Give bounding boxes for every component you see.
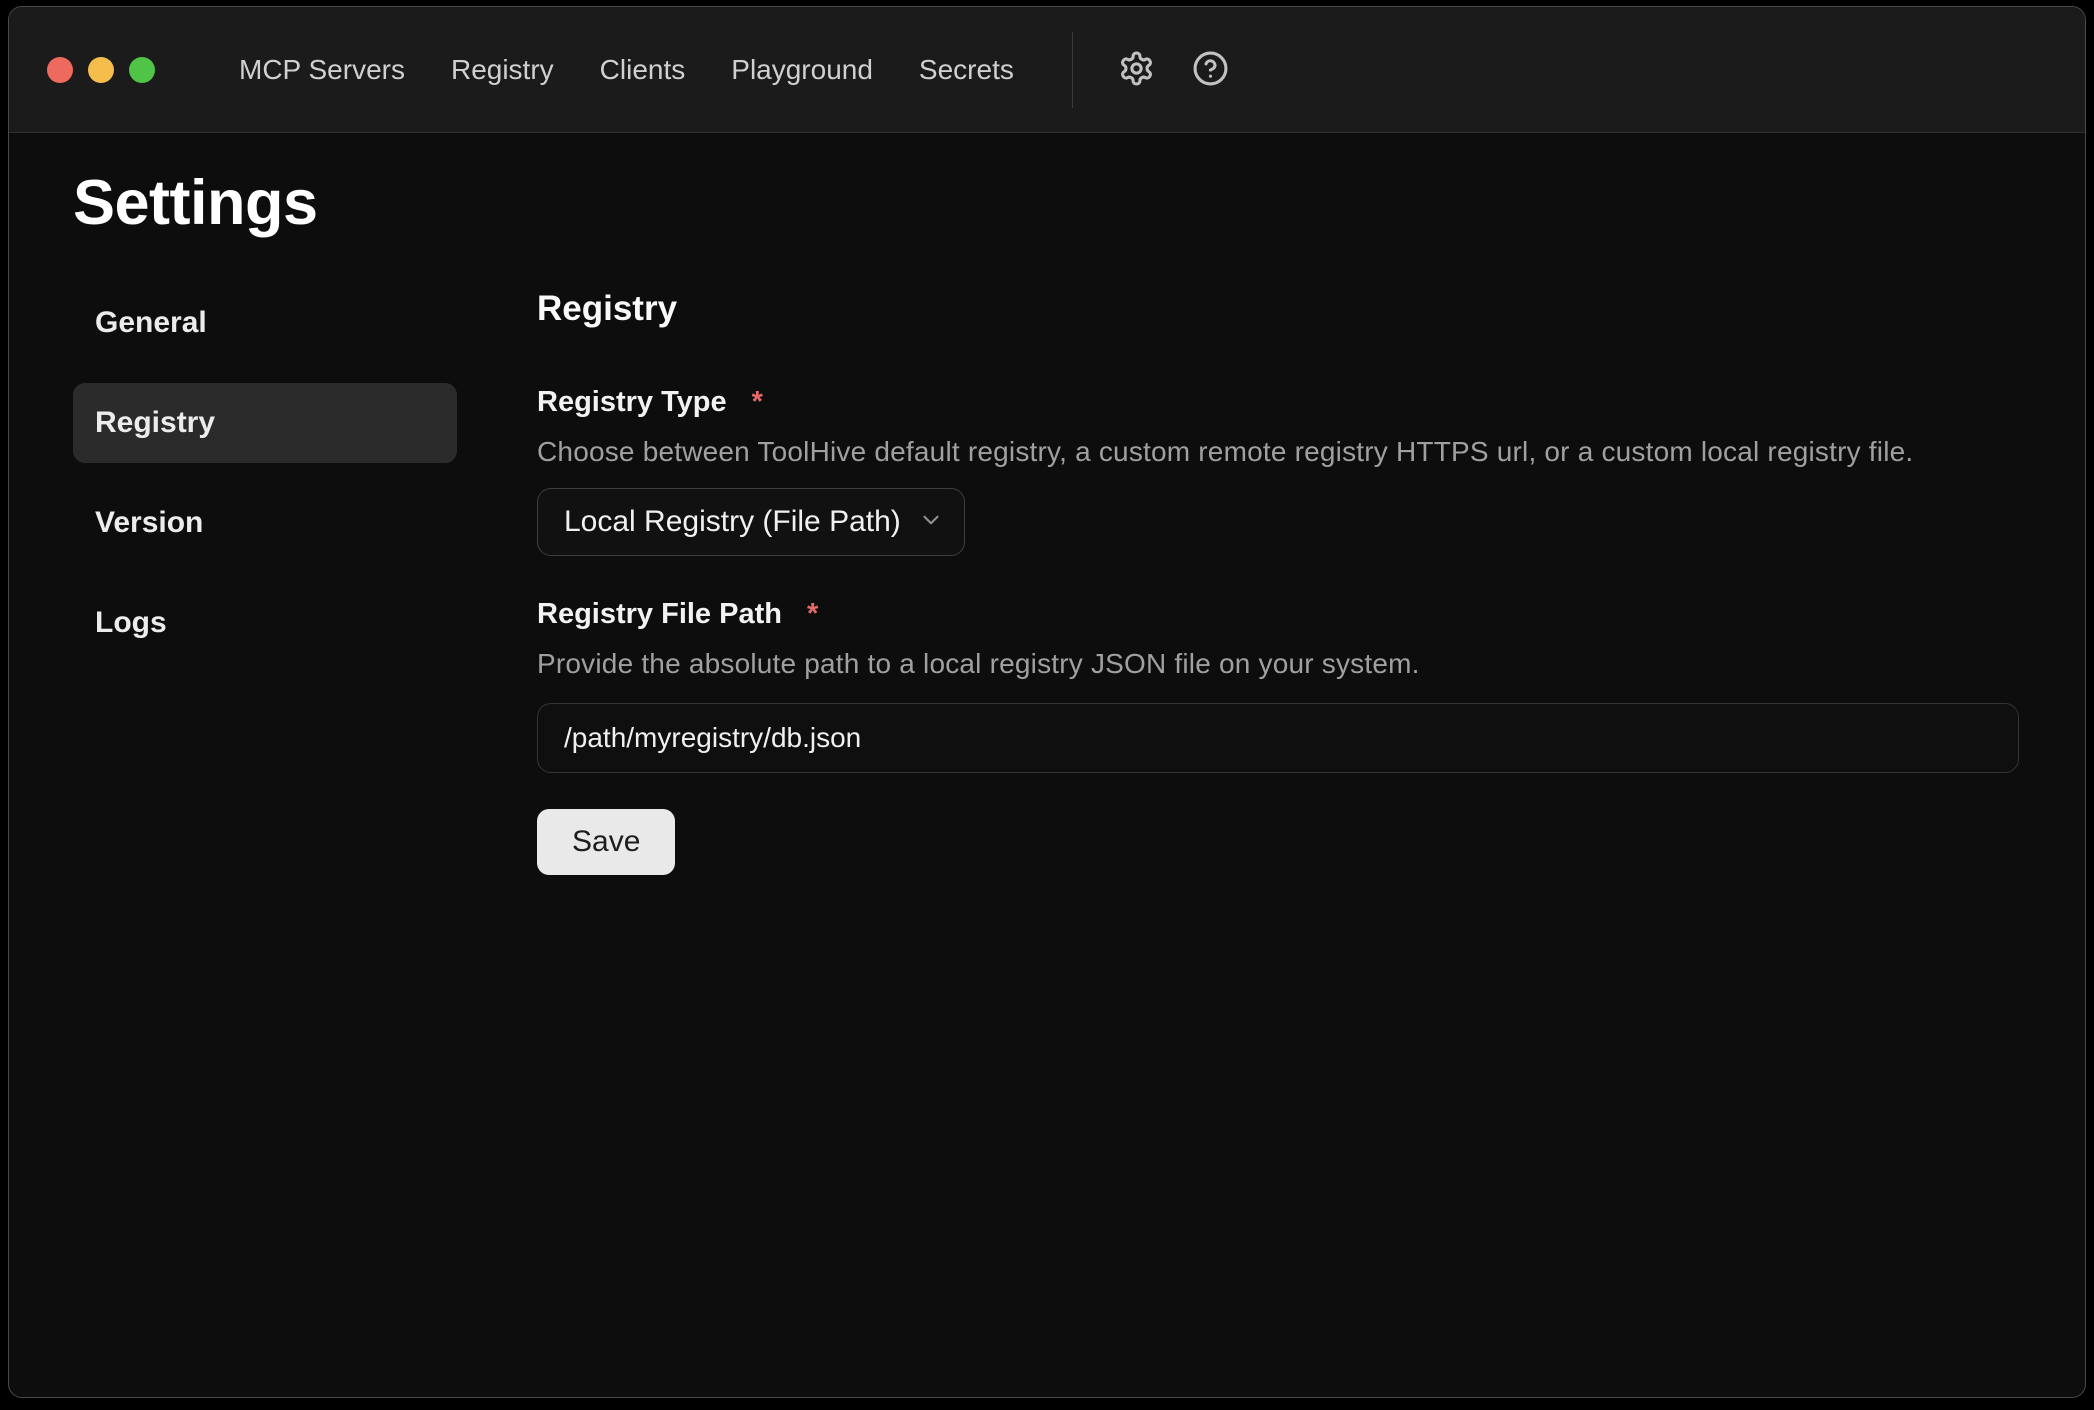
gear-icon [1118,50,1155,90]
required-asterisk: * [807,598,818,631]
section-heading: Registry [537,289,2019,329]
sidebar-item-general[interactable]: General [73,283,457,363]
nav-item-mcp-servers[interactable]: MCP Servers [239,54,405,86]
nav-item-registry[interactable]: Registry [451,54,554,86]
app-window: MCP Servers Registry Clients Playground … [8,6,2086,1398]
registry-type-select[interactable]: Local Registry (File Path) [537,488,965,556]
registry-type-label-row: Registry Type * [537,386,2019,419]
page-title: Settings [73,167,2085,239]
sidebar-item-registry[interactable]: Registry [73,383,457,463]
nav-item-clients[interactable]: Clients [600,54,686,86]
zoom-button[interactable] [129,57,155,83]
main-nav: MCP Servers Registry Clients Playground … [239,54,1014,86]
help-button[interactable] [1189,48,1233,92]
file-path-label: Registry File Path [537,598,782,631]
settings-layout: General Registry Version Logs Registry R… [73,283,2085,875]
registry-settings-panel: Registry Registry Type * Choose between … [537,283,2019,875]
titlebar: MCP Servers Registry Clients Playground … [9,7,2085,133]
nav-item-playground[interactable]: Playground [731,54,873,86]
titlebar-divider [1072,32,1073,108]
sidebar-item-version[interactable]: Version [73,483,457,563]
settings-sidebar: General Registry Version Logs [73,283,457,875]
file-path-description: Provide the absolute path to a local reg… [537,648,2019,680]
settings-gear-button[interactable] [1115,48,1159,92]
file-path-input[interactable] [537,703,2019,773]
registry-type-description: Choose between ToolHive default registry… [537,436,2019,468]
nav-item-secrets[interactable]: Secrets [919,54,1014,86]
minimize-button[interactable] [88,57,114,83]
sidebar-item-logs[interactable]: Logs [73,583,457,663]
page-content: Settings General Registry Version Logs R… [9,167,2085,875]
window-controls [47,57,155,83]
close-button[interactable] [47,57,73,83]
registry-type-selected-value: Local Registry (File Path) [564,505,901,539]
chevron-down-icon [918,507,944,538]
help-icon [1192,50,1229,90]
required-asterisk: * [752,386,763,419]
save-button[interactable]: Save [537,809,675,875]
file-path-label-row: Registry File Path * [537,598,2019,631]
registry-type-label: Registry Type [537,386,727,419]
titlebar-icons [1115,48,1233,92]
